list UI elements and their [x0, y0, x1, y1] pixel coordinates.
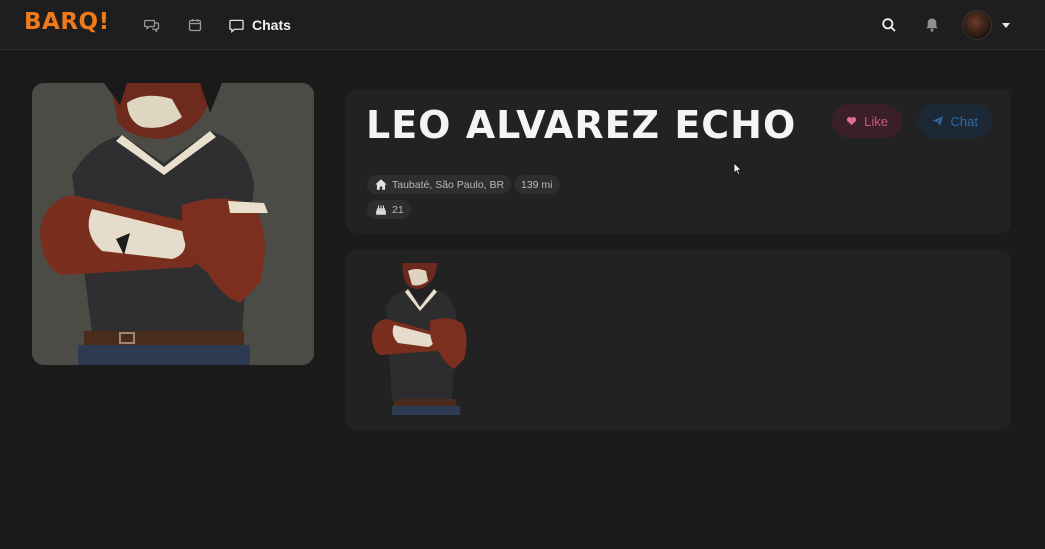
avatar[interactable] — [962, 10, 992, 40]
paper-plane-icon — [932, 116, 943, 126]
profile-info-card: Leo Alvarez Echo Like Chat Taubaté, São … — [346, 89, 1011, 233]
heart-icon — [846, 116, 857, 126]
account-menu[interactable] — [962, 9, 1010, 41]
home-icon — [375, 179, 387, 190]
like-button[interactable]: Like — [832, 104, 902, 138]
like-button-label: Like — [864, 113, 888, 129]
chat-button-label: Chat — [950, 113, 978, 129]
location-badge: Taubaté, São Paulo, BR — [367, 175, 512, 194]
chevron-down-icon[interactable] — [1002, 22, 1010, 28]
photo-gallery-card — [346, 250, 1011, 430]
chat-button[interactable]: Chat — [918, 104, 992, 138]
search-icon[interactable] — [879, 15, 899, 35]
location-text: Taubaté, São Paulo, BR — [392, 178, 505, 191]
distance-text: 139 mi — [521, 178, 553, 191]
mouse-cursor-icon — [733, 162, 743, 176]
nav-chats-link[interactable]: Chats — [229, 15, 291, 35]
profile-name: Leo Alvarez Echo — [366, 103, 797, 147]
nav-chats-label: Chats — [252, 17, 291, 33]
barq-logo[interactable]: BARQ! — [24, 9, 110, 35]
chat-bubbles-icon[interactable] — [142, 15, 162, 35]
distance-badge: 139 mi — [514, 175, 560, 194]
top-navigation-bar: BARQ! Chats — [0, 0, 1045, 50]
calendar-icon[interactable] — [185, 15, 205, 35]
age-text: 21 — [392, 203, 404, 216]
age-badge: 21 — [367, 200, 411, 219]
gallery-photo[interactable] — [368, 263, 474, 415]
chat-icon — [229, 19, 244, 33]
bell-icon[interactable] — [922, 15, 942, 35]
profile-photo[interactable] — [32, 83, 314, 365]
birthday-cake-icon — [376, 205, 386, 215]
